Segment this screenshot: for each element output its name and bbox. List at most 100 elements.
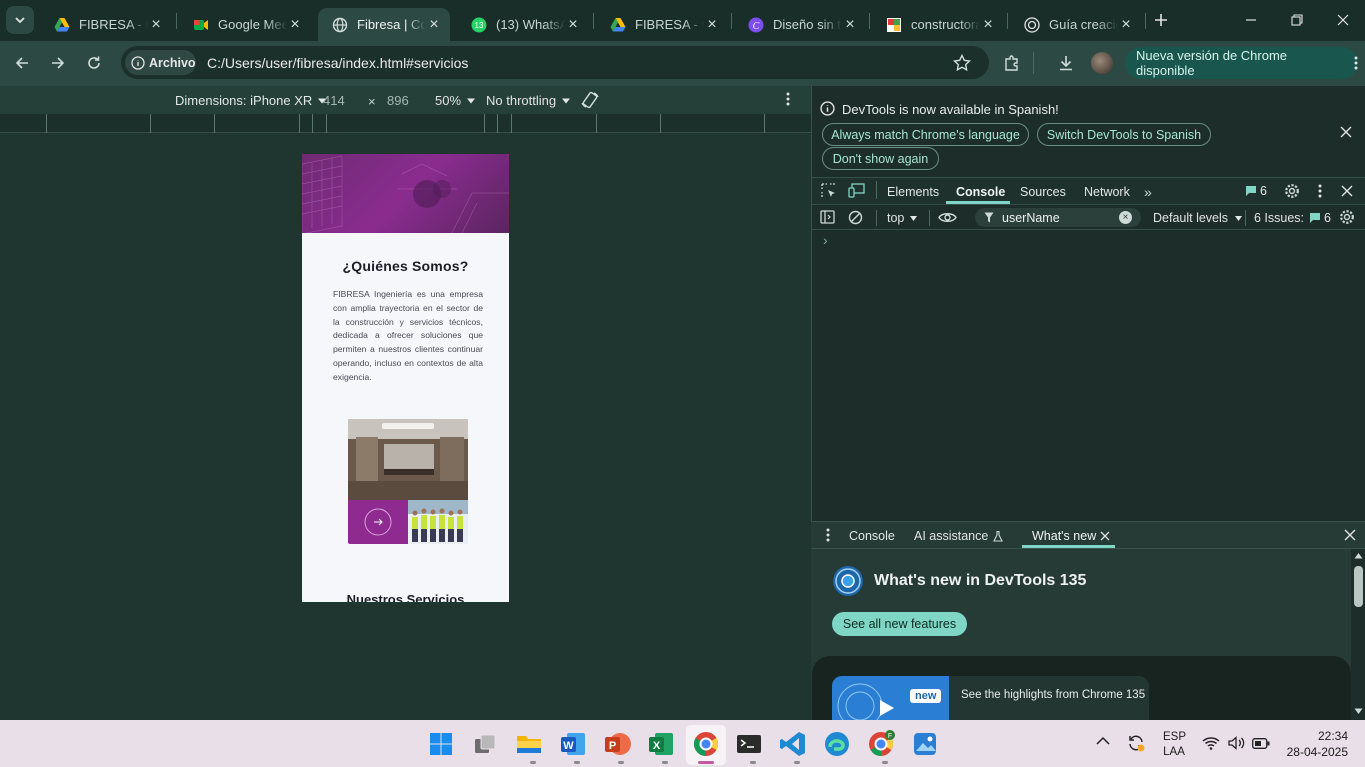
drawer-close-button[interactable]	[1344, 529, 1356, 541]
bookmark-button[interactable]	[948, 49, 976, 77]
rotate-button[interactable]	[580, 90, 600, 110]
terminal-button[interactable]	[734, 729, 764, 759]
url-text[interactable]: C:/Users/user/fibresa/index.html#servici…	[207, 55, 468, 71]
edge-button[interactable]	[822, 729, 852, 759]
excel-button[interactable]: X	[646, 729, 676, 759]
highlights-card[interactable]: new See the highlights from Chrome 135	[832, 676, 1149, 720]
device-toggle-button[interactable]	[848, 183, 865, 198]
see-all-features-button[interactable]: See all new features	[832, 612, 967, 636]
switch-language-button[interactable]: Switch DevTools to Spanish	[1037, 123, 1211, 146]
chrome-button[interactable]	[691, 729, 721, 759]
close-window-button[interactable]	[1329, 6, 1357, 34]
close-icon[interactable]	[1100, 531, 1110, 541]
word-button[interactable]: W	[558, 729, 588, 759]
console-prompt[interactable]: ›	[823, 232, 828, 248]
scroll-up-icon[interactable]	[1354, 552, 1363, 559]
chrome-profile-button[interactable]: F	[866, 729, 896, 759]
new-tab-button[interactable]	[1147, 6, 1175, 34]
back-button[interactable]	[8, 49, 36, 77]
console-filter-input[interactable]: userName ×	[975, 208, 1141, 227]
tab-fibresa-drive-2[interactable]: FIBRESA - Go ×	[596, 8, 728, 41]
powerpoint-button[interactable]: P	[602, 729, 632, 759]
settings-button[interactable]	[1284, 183, 1300, 199]
tab-fibresa-active[interactable]: Fibresa | Con ×	[318, 8, 450, 41]
match-language-button[interactable]: Always match Chrome's language	[822, 123, 1029, 146]
issues-counter[interactable]: 6	[1245, 184, 1267, 198]
minimize-button[interactable]	[1237, 6, 1265, 34]
close-icon[interactable]: ×	[565, 16, 581, 33]
photos-button[interactable]	[910, 729, 940, 759]
scrollbar-thumb[interactable]	[1354, 566, 1363, 607]
tray-overflow-button[interactable]	[1096, 736, 1110, 746]
language-indicator[interactable]: ESP LAA	[1163, 731, 1186, 758]
profile-avatar[interactable]	[1091, 52, 1113, 74]
log-levels-select[interactable]: Default levels	[1153, 211, 1243, 225]
tab-whatsapp[interactable]: 13 (13) WhatsAp ×	[457, 8, 589, 41]
battery-icon[interactable]	[1252, 738, 1270, 749]
infobar-close-button[interactable]	[1340, 126, 1352, 138]
inspect-element-button[interactable]	[821, 183, 836, 198]
device-width-input[interactable]: 414	[323, 93, 345, 108]
tab-console[interactable]: Console	[956, 185, 1005, 199]
dont-show-again-button[interactable]: Don't show again	[822, 147, 939, 170]
tab-guia[interactable]: Guía creació ×	[1010, 8, 1142, 41]
close-icon[interactable]: ×	[704, 16, 720, 33]
scroll-down-icon[interactable]	[1354, 708, 1363, 715]
live-expression-button[interactable]	[938, 211, 957, 224]
tab-sources[interactable]: Sources	[1020, 185, 1066, 199]
media-query-ruler[interactable]	[0, 114, 811, 133]
drawer-tab-ai[interactable]: AI assistance	[914, 529, 1004, 543]
volume-icon[interactable]	[1228, 736, 1246, 750]
start-button[interactable]	[426, 729, 456, 759]
close-icon[interactable]: ×	[842, 16, 858, 33]
devtools-menu-button[interactable]	[1318, 184, 1322, 198]
hero-banner-image	[302, 154, 509, 233]
tab-elements[interactable]: Elements	[887, 185, 939, 199]
issues-button[interactable]: 6 Issues: 6	[1254, 211, 1331, 225]
tab-constructora[interactable]: constructora ×	[872, 8, 1004, 41]
close-icon[interactable]: ×	[426, 16, 442, 33]
close-icon[interactable]: ×	[287, 16, 303, 33]
file-explorer-button[interactable]	[514, 729, 544, 759]
extensions-button[interactable]	[998, 49, 1026, 77]
device-select[interactable]: Dimensions: iPhone XR	[175, 93, 327, 108]
reload-button[interactable]	[80, 49, 108, 77]
zoom-select[interactable]: 50%	[435, 93, 476, 108]
device-more-button[interactable]	[786, 92, 790, 106]
console-settings-button[interactable]	[1339, 209, 1355, 225]
restore-button[interactable]	[1283, 6, 1311, 34]
close-icon[interactable]: ×	[148, 16, 164, 33]
devtools-close-button[interactable]	[1341, 185, 1353, 197]
tab-canva[interactable]: C Diseño sin tí ×	[734, 8, 866, 41]
task-view-button[interactable]	[470, 729, 500, 759]
services-title: Nuestros Servicios	[346, 592, 465, 602]
tab-google-meet[interactable]: Google Meet ×	[179, 8, 311, 41]
device-height-input[interactable]: 896	[387, 93, 409, 108]
forward-button[interactable]	[44, 49, 72, 77]
vscode-button[interactable]	[778, 729, 808, 759]
context-select[interactable]: top	[887, 211, 918, 225]
vscode-icon	[780, 732, 805, 756]
drawer-tab-whats-new[interactable]: What's new	[1032, 529, 1110, 543]
drawer-menu-button[interactable]	[826, 528, 830, 542]
chrome-update-button[interactable]: Nueva versión de Chrome disponible	[1125, 47, 1358, 79]
more-tabs-icon[interactable]: »	[1144, 184, 1152, 200]
mobile-page[interactable]: ¿Quiénes Somos? FIBRESA Ingeniería es un…	[302, 154, 509, 602]
close-icon[interactable]: ×	[1118, 16, 1134, 33]
drawer-tab-console[interactable]: Console	[849, 529, 895, 543]
tab-title: (13) WhatsAp	[496, 17, 565, 32]
tab-fibresa-drive-1[interactable]: FIBRESA - Go ×	[40, 8, 172, 41]
device-label: Dimensions: iPhone XR	[175, 93, 313, 108]
clear-console-button[interactable]	[848, 210, 863, 225]
sidebar-toggle-button[interactable]	[820, 210, 835, 224]
tab-search-button[interactable]	[6, 6, 34, 34]
sync-status-icon[interactable]	[1126, 733, 1146, 753]
downloads-button[interactable]	[1052, 49, 1080, 77]
close-icon[interactable]: ×	[980, 16, 996, 33]
tab-network[interactable]: Network	[1084, 185, 1130, 199]
clock[interactable]: 22:34 28-04-2025	[1284, 729, 1348, 759]
clear-filter-icon[interactable]: ×	[1119, 211, 1132, 224]
site-info-chip[interactable]: Archivo	[125, 50, 196, 75]
throttle-select[interactable]: No throttling	[486, 93, 571, 108]
wifi-icon[interactable]	[1202, 736, 1220, 750]
